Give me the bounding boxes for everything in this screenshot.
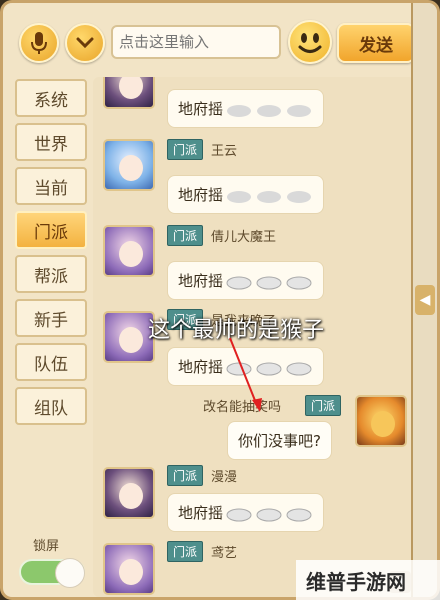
message-bubble: 地府摇 bbox=[167, 89, 325, 128]
sheep-emoji-icon bbox=[255, 188, 283, 204]
microphone-icon bbox=[31, 32, 47, 54]
message-text: 地府摇 bbox=[178, 358, 224, 376]
sheep-emoji-icon bbox=[225, 188, 253, 204]
tab-current[interactable]: 当前 bbox=[15, 167, 87, 205]
tab-party[interactable]: 组队 bbox=[15, 387, 87, 425]
tab-guild[interactable]: 帮派 bbox=[15, 255, 87, 293]
sheep-emoji-icon bbox=[225, 102, 253, 118]
channel-badge: 门派 bbox=[167, 225, 204, 246]
sheep-emoji-icon bbox=[255, 360, 283, 376]
channel-sidebar: 系统 世界 当前 门派 帮派 新手 队伍 组队 bbox=[15, 79, 91, 431]
sheep-emoji-icon bbox=[225, 360, 253, 376]
chevron-left-icon: ◀ bbox=[419, 292, 431, 308]
right-side-panel: ◀ bbox=[411, 3, 437, 597]
message-bubble: 地府摇 bbox=[167, 347, 325, 386]
chat-input[interactable] bbox=[111, 25, 281, 59]
avatar[interactable] bbox=[103, 467, 155, 519]
sheep-emoji-icon bbox=[255, 506, 283, 522]
message-text: 你们没事吧? bbox=[238, 432, 321, 450]
sheep-emoji-icon bbox=[255, 102, 283, 118]
tab-system[interactable]: 系统 bbox=[15, 79, 87, 117]
annotation-caption: 这个最帅的是猴子 bbox=[148, 318, 325, 343]
avatar[interactable] bbox=[103, 77, 155, 109]
sender-name[interactable]: 漫漫 bbox=[211, 466, 237, 485]
tab-newbie[interactable]: 新手 bbox=[15, 299, 87, 337]
message-text: 地府摇 bbox=[178, 186, 224, 204]
message-text: 地府摇 bbox=[178, 504, 224, 522]
message-bubble: 地府摇 bbox=[167, 175, 325, 214]
avatar[interactable] bbox=[103, 225, 155, 277]
sheep-emoji-icon bbox=[285, 274, 313, 290]
toggle-knob bbox=[55, 558, 85, 588]
channel-badge: 门派 bbox=[167, 465, 204, 486]
message-bubble: 你们没事吧? bbox=[227, 421, 332, 460]
chat-toolbar: 发送 bbox=[3, 3, 417, 73]
channel-badge: 门派 bbox=[167, 139, 204, 160]
sheep-emoji-icon bbox=[285, 360, 313, 376]
tab-sect[interactable]: 门派 bbox=[15, 211, 87, 249]
message-bubble: 地府摇 bbox=[167, 493, 325, 532]
channel-badge: 门派 bbox=[167, 541, 204, 562]
lock-screen-toggle[interactable] bbox=[19, 558, 85, 588]
sender-name[interactable]: 改名能抽奖吗 bbox=[203, 396, 281, 415]
sheep-emoji-icon bbox=[285, 102, 313, 118]
sheep-emoji-icon bbox=[285, 188, 313, 204]
collapse-arrow-button[interactable]: ◀ bbox=[415, 285, 435, 315]
avatar[interactable] bbox=[103, 543, 155, 595]
emoji-button[interactable] bbox=[288, 20, 332, 64]
self-avatar[interactable] bbox=[355, 395, 407, 447]
sheep-emoji-icon bbox=[285, 506, 313, 522]
message-text: 地府摇 bbox=[178, 272, 224, 290]
chat-panel: 发送 系统 世界 当前 门派 帮派 新手 队伍 组队 锁屏 地府摇 门派 王云 … bbox=[0, 0, 440, 600]
sheep-emoji-icon bbox=[225, 274, 253, 290]
lock-screen-label: 锁屏 bbox=[33, 539, 60, 554]
message-text: 地府摇 bbox=[178, 100, 224, 118]
sender-name[interactable]: 倩儿大魔王 bbox=[211, 226, 276, 245]
message-bubble: 地府摇 bbox=[167, 261, 325, 300]
channel-badge: 门派 bbox=[305, 395, 342, 416]
smiley-icon bbox=[298, 33, 322, 53]
chevron-down-icon bbox=[76, 37, 94, 49]
sheep-emoji-icon bbox=[255, 274, 283, 290]
tab-team[interactable]: 队伍 bbox=[15, 343, 87, 381]
sheep-emoji-icon bbox=[225, 506, 253, 522]
voice-button[interactable] bbox=[19, 23, 59, 63]
watermark: 维普手游网 bbox=[306, 570, 406, 594]
sender-name[interactable]: 鸢艺 bbox=[211, 542, 237, 561]
send-button[interactable]: 发送 bbox=[337, 23, 415, 63]
sender-name[interactable]: 王云 bbox=[211, 140, 237, 159]
expand-button[interactable] bbox=[65, 23, 105, 63]
avatar[interactable] bbox=[103, 139, 155, 191]
tab-world[interactable]: 世界 bbox=[15, 123, 87, 161]
